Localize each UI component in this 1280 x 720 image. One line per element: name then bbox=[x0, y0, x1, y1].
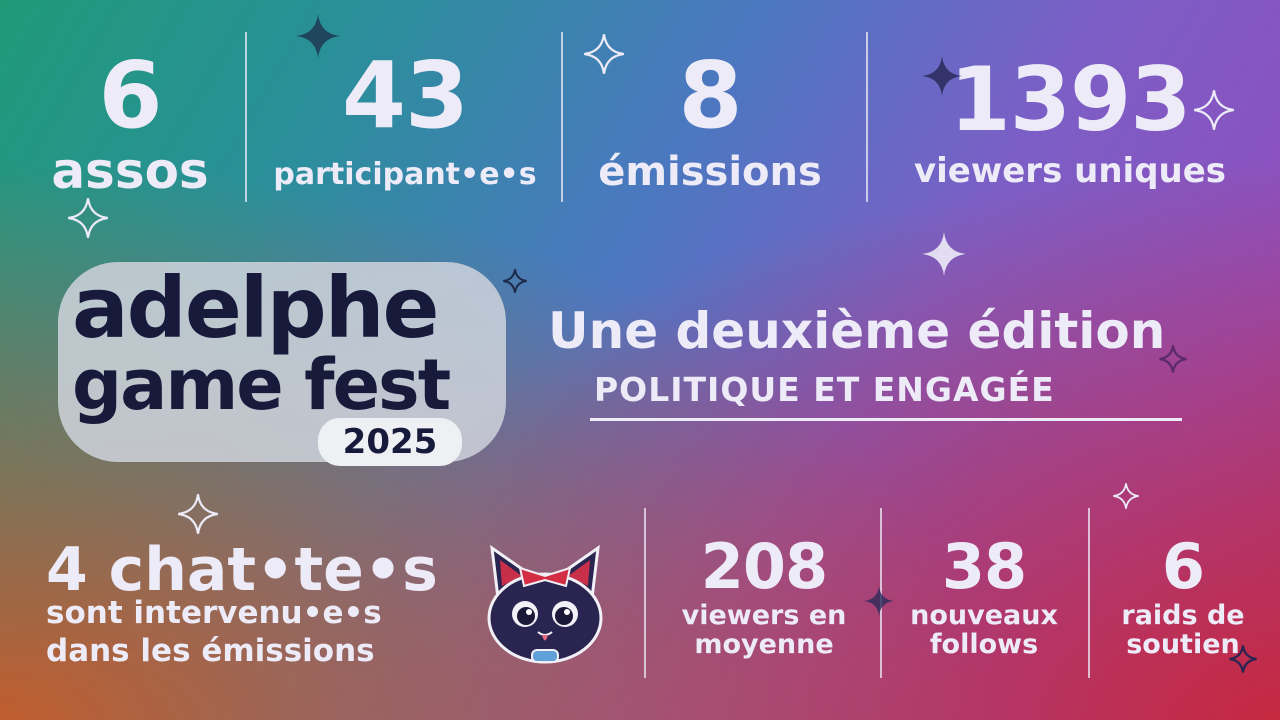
stat-raids: 6 raids de soutien bbox=[1098, 530, 1268, 659]
chatte-line2: dans les émissions bbox=[46, 633, 375, 669]
stat-label: émissions bbox=[598, 149, 822, 195]
logo-line2: game fest bbox=[72, 344, 451, 426]
stat-label-line1: raids de bbox=[1121, 600, 1245, 631]
sparkle-icon bbox=[296, 14, 340, 58]
sparkle-icon bbox=[922, 232, 966, 276]
stat-label: viewers uniques bbox=[913, 151, 1227, 191]
tagline-line1: Une deuxième édition bbox=[548, 302, 1166, 360]
tagline-line2: POLITIQUE ET ENGAGÉE bbox=[594, 370, 1055, 409]
divider bbox=[1088, 508, 1090, 678]
chatte-value: 4 chat•te•s bbox=[46, 535, 438, 605]
stat-label-line1: nouveaux bbox=[910, 600, 1058, 631]
stat-assos: 6 assos bbox=[40, 42, 220, 200]
tagline-underline bbox=[590, 418, 1182, 421]
sparkle-icon bbox=[1194, 90, 1234, 130]
stat-label: participant•e•s bbox=[273, 157, 537, 192]
stat-label-line2: moyenne bbox=[694, 629, 834, 660]
stat-value: 6 bbox=[1161, 530, 1205, 603]
stat-follows: 38 nouveaux follows bbox=[890, 530, 1078, 660]
sparkle-icon bbox=[864, 586, 894, 616]
sparkle-icon bbox=[584, 34, 624, 74]
sparkle-icon bbox=[1113, 483, 1139, 509]
stat-value: 43 bbox=[341, 42, 469, 149]
sparkle-icon bbox=[178, 494, 218, 534]
divider bbox=[561, 32, 563, 202]
sparkle-icon bbox=[503, 269, 527, 293]
sparkle-icon bbox=[1159, 345, 1187, 373]
stat-value: 38 bbox=[941, 530, 1027, 603]
stat-value: 208 bbox=[700, 530, 828, 603]
sparkle-icon bbox=[922, 56, 962, 96]
stat-viewers-moyenne: 208 viewers en moyenne bbox=[656, 530, 872, 660]
sparkle-icon bbox=[1229, 645, 1257, 673]
logo-line1: adelphe bbox=[72, 259, 439, 357]
stat-value: 6 bbox=[98, 42, 162, 149]
divider bbox=[245, 32, 247, 202]
cat-mascot-icon bbox=[470, 540, 620, 670]
stat-label: assos bbox=[51, 142, 209, 200]
stat-label-line1: viewers en bbox=[681, 600, 847, 631]
stat-participants: 43 participant•e•s bbox=[255, 50, 555, 190]
divider bbox=[866, 32, 868, 202]
chatte-line1: sont intervenu•e•s bbox=[46, 595, 382, 631]
stat-label-line2: follows bbox=[929, 629, 1039, 660]
divider bbox=[644, 508, 646, 678]
sparkle-icon bbox=[68, 198, 108, 238]
logo-year: 2025 bbox=[318, 418, 462, 466]
